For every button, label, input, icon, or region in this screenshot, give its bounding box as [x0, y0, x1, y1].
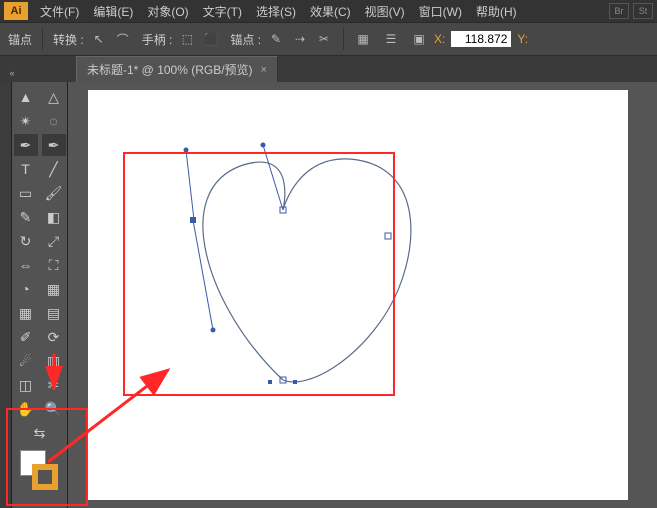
- heart-path[interactable]: [88, 90, 628, 500]
- slice-tool[interactable]: ✂: [42, 374, 66, 396]
- dock-column[interactable]: [0, 82, 12, 508]
- anchors-group: 锚点 : ✎ ⇢ ✂: [230, 30, 333, 48]
- ref-point-icon[interactable]: ▣: [410, 30, 428, 48]
- options-bar: 锚点 转换 : ↖ ⌒ 手柄 : ⬚ ⬛ 锚点 : ✎ ⇢ ✂ ▦ ☰ ▣ X:…: [0, 22, 657, 56]
- menu-effect[interactable]: 效果(C): [304, 1, 357, 22]
- toolbox: ▲△✴◌✒✒T╱▭🖌✎◧↻⤢⇔⛶◔▦▦▤✐⟳☄▥◫✂✋🔍 ⇆: [12, 82, 68, 508]
- x-label: X:: [434, 32, 445, 46]
- stock-icon[interactable]: St: [633, 3, 653, 19]
- eyedropper-tool[interactable]: ✐: [14, 326, 38, 348]
- anchors-label: 锚点 :: [230, 31, 261, 48]
- graph-tool[interactable]: ▥: [42, 350, 66, 372]
- y-label: Y:: [517, 32, 528, 46]
- gradient-tool[interactable]: ▤: [42, 302, 66, 324]
- app-logo: Ai: [4, 2, 28, 20]
- panel-collapse-icon[interactable]: «: [6, 64, 18, 82]
- menu-help[interactable]: 帮助(H): [470, 1, 523, 22]
- toggle-fill-stroke-icon[interactable]: ⇆: [28, 422, 52, 444]
- convert-smooth-icon[interactable]: ⌒: [114, 30, 132, 48]
- pen-convert-tool[interactable]: ✒: [42, 134, 66, 156]
- blend-tool[interactable]: ⟳: [42, 326, 66, 348]
- convert-label: 转换 :: [53, 31, 84, 48]
- coord-group: ▣ X: 118.872 Y:: [410, 30, 528, 48]
- title-bar: Ai 文件(F) 编辑(E) 对象(O) 文字(T) 选择(S) 效果(C) 视…: [0, 0, 657, 22]
- rectangle-tool[interactable]: ▭: [14, 182, 38, 204]
- remove-anchor-icon[interactable]: ✎: [267, 30, 285, 48]
- menu-object[interactable]: 对象(O): [141, 1, 194, 22]
- magic-wand-tool[interactable]: ✴: [14, 110, 38, 132]
- pencil-tool[interactable]: ✎: [14, 206, 38, 228]
- shape-builder-tool[interactable]: ◔: [14, 278, 38, 300]
- menu-type[interactable]: 文字(T): [197, 1, 248, 22]
- stroke-swatch[interactable]: [32, 464, 58, 490]
- handle-label: 手柄 :: [142, 31, 173, 48]
- x-value-input[interactable]: 118.872: [451, 31, 511, 47]
- handle-show-icon[interactable]: ⬚: [178, 30, 196, 48]
- menu-view[interactable]: 视图(V): [359, 1, 411, 22]
- title-bar-extras: Br St: [609, 3, 653, 19]
- mesh-tool[interactable]: ▦: [14, 302, 38, 324]
- cut-path-icon[interactable]: ✂: [315, 30, 333, 48]
- menu-edit[interactable]: 编辑(E): [87, 1, 139, 22]
- document-tab-title: 未标题-1* @ 100% (RGB/预览): [87, 61, 253, 78]
- workspace: ▲△✴◌✒✒T╱▭🖌✎◧↻⤢⇔⛶◔▦▦▤✐⟳☄▥◫✂✋🔍 ⇆: [0, 82, 657, 508]
- document-tab[interactable]: 未标题-1* @ 100% (RGB/预览) ×: [76, 56, 278, 82]
- bridge-icon[interactable]: Br: [609, 3, 629, 19]
- scale-tool[interactable]: ⤢: [42, 230, 66, 252]
- hand-tool[interactable]: ✋: [14, 398, 38, 420]
- artboard-tool[interactable]: ◫: [14, 374, 38, 396]
- menu-file[interactable]: 文件(F): [34, 1, 85, 22]
- lasso-tool[interactable]: ◌: [42, 110, 66, 132]
- anchor-mode-label: 锚点: [8, 31, 32, 48]
- main-menu: 文件(F) 编辑(E) 对象(O) 文字(T) 选择(S) 效果(C) 视图(V…: [34, 1, 523, 22]
- color-swatches[interactable]: [18, 450, 62, 494]
- document-tab-row: « 未标题-1* @ 100% (RGB/预览) ×: [0, 56, 657, 82]
- rotate-tool[interactable]: ↻: [14, 230, 38, 252]
- free-transform-tool[interactable]: ⛶: [42, 254, 66, 276]
- convert-group: 转换 : ↖ ⌒: [53, 30, 132, 48]
- paintbrush-tool[interactable]: 🖌: [42, 182, 66, 204]
- perspective-tool[interactable]: ▦: [42, 278, 66, 300]
- artboard[interactable]: [88, 90, 628, 500]
- type-tool[interactable]: T: [14, 158, 38, 180]
- width-tool[interactable]: ⇔: [14, 254, 38, 276]
- menu-select[interactable]: 选择(S): [250, 1, 302, 22]
- canvas-area[interactable]: [68, 82, 657, 508]
- eraser-tool[interactable]: ◧: [42, 206, 66, 228]
- selection-tool[interactable]: ▲: [14, 86, 38, 108]
- line-tool[interactable]: ╱: [42, 158, 66, 180]
- align-icon[interactable]: ☰: [382, 30, 400, 48]
- separator: [42, 28, 43, 50]
- direct-selection-tool[interactable]: △: [42, 86, 66, 108]
- zoom-tool[interactable]: 🔍: [42, 398, 66, 420]
- menu-window[interactable]: 窗口(W): [413, 1, 468, 22]
- isolate-icon[interactable]: ▦: [354, 30, 372, 48]
- close-icon[interactable]: ×: [261, 64, 267, 76]
- connect-anchor-icon[interactable]: ⇢: [291, 30, 309, 48]
- pen-tool[interactable]: ✒: [14, 134, 38, 156]
- handle-group: 手柄 : ⬚ ⬛: [142, 30, 221, 48]
- symbol-sprayer-tool[interactable]: ☄: [14, 350, 38, 372]
- separator: [343, 28, 344, 50]
- handle-hide-icon[interactable]: ⬛: [202, 30, 220, 48]
- convert-corner-icon[interactable]: ↖: [90, 30, 108, 48]
